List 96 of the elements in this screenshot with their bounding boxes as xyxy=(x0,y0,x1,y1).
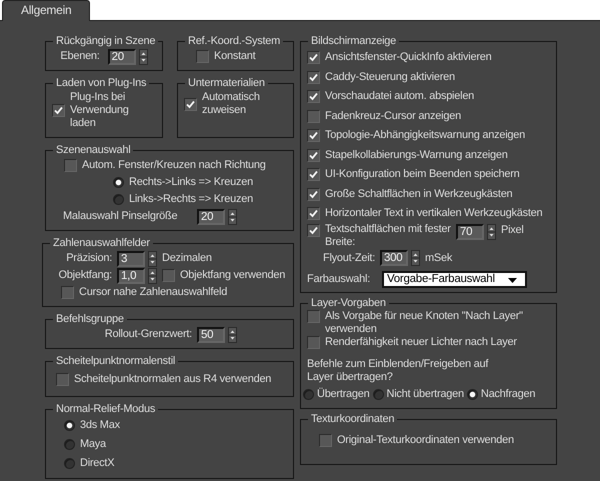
field-label: Malauswahl Pinselgröße xyxy=(63,210,178,223)
group-title: Ref.-Koord.-System xyxy=(187,35,282,48)
checkbox[interactable] xyxy=(307,90,320,104)
checkbox[interactable] xyxy=(319,434,332,447)
checkbox[interactable] xyxy=(184,98,197,110)
number-field[interactable]: 70 xyxy=(456,224,484,240)
radio-button[interactable] xyxy=(64,458,75,469)
checkbox-label: Topologie-Abhängigkeitswarnung anzeigen xyxy=(325,129,526,142)
spinner-arrows[interactable] xyxy=(411,250,420,266)
radio-label: Maya xyxy=(80,438,106,451)
field-label: Flyout-Zeit: xyxy=(323,252,376,264)
radio-label: Links->Rechts => Kreuzen xyxy=(129,193,253,206)
group-title: Untermaterialien xyxy=(187,77,266,90)
radio-label: Rechts->Links => Kreuzen xyxy=(129,176,253,189)
radio-label: Nicht übertragen xyxy=(386,388,464,401)
number-field[interactable]: 3 xyxy=(117,250,145,266)
checkbox[interactable] xyxy=(64,159,77,172)
group-title: Befehlsgruppe xyxy=(55,313,125,326)
radio-label: Nachfragen xyxy=(480,388,536,401)
checkbox[interactable] xyxy=(307,188,320,201)
radio-button[interactable] xyxy=(64,420,75,431)
checkbox-label: Caddy-Steuerung aktivieren xyxy=(325,70,455,84)
checkbox[interactable] xyxy=(162,269,175,282)
checkbox-label: Fadenkreuz-Cursor anzeigen xyxy=(325,110,461,123)
checkbox[interactable] xyxy=(307,110,320,123)
field-label: Ebenen: xyxy=(60,50,100,63)
radio-label: DirectX xyxy=(80,457,114,470)
radio-button[interactable] xyxy=(303,389,314,400)
checkbox[interactable] xyxy=(307,224,320,236)
checkbox-label: Große Schaltflächen in Werkzeugkästen xyxy=(325,188,512,201)
spinner-arrows[interactable] xyxy=(148,268,157,284)
checkbox[interactable] xyxy=(52,104,65,117)
group-title: Zahlenauswahlfelder xyxy=(52,237,151,250)
checkbox[interactable] xyxy=(307,148,320,162)
group-title: Scheitelpunktnormalenstil xyxy=(55,355,176,368)
checkbox-label: Horizontaler Text in vertikalen Werkzeugkästen xyxy=(325,207,542,220)
group-title: Texturkoordinaten xyxy=(310,413,396,426)
caret-icon xyxy=(508,278,517,282)
checkbox[interactable] xyxy=(307,70,320,84)
checkbox[interactable] xyxy=(307,336,320,348)
checkbox-label: Vorschaudatei autom. abspielen xyxy=(325,90,474,104)
checkbox-label: Stapelkollabierungs-Warnung anzeigen xyxy=(325,148,508,162)
spinner-arrows[interactable] xyxy=(228,208,237,224)
group-title: Layer-Vorgaben xyxy=(310,296,387,310)
number-field[interactable]: 20 xyxy=(197,208,225,224)
checkbox-label: Automatisch zuweisen xyxy=(202,91,261,117)
radio-button[interactable] xyxy=(64,439,75,450)
checkbox[interactable] xyxy=(61,286,74,299)
radio-label: Übertragen xyxy=(317,388,370,401)
spinner-arrows[interactable] xyxy=(487,224,496,240)
number-field[interactable]: 300 xyxy=(380,250,408,266)
radio-label: 3ds Max xyxy=(80,419,120,432)
checkbox[interactable] xyxy=(307,51,320,64)
checkbox[interactable] xyxy=(307,129,320,142)
unit-label: Pixel xyxy=(501,224,524,236)
number-field[interactable]: 1,0 xyxy=(117,268,145,284)
checkbox-label: Konstant xyxy=(214,50,256,63)
tab[interactable]: Allgemein xyxy=(2,0,90,21)
checkbox[interactable] xyxy=(307,207,320,220)
checkbox-label: UI-Konfiguration beim Beenden speichern xyxy=(325,168,520,182)
radio-button[interactable] xyxy=(113,194,124,205)
checkbox-label: Ansichtsfenster-QuickInfo aktivieren xyxy=(325,51,492,64)
spinner-arrows[interactable] xyxy=(228,326,237,342)
checkbox-label: Plug-Ins bei Verwendung laden xyxy=(70,91,130,130)
unit-label: mSek xyxy=(425,252,452,264)
dropdown[interactable]: Vorgabe-Farbauswahl xyxy=(382,270,527,288)
group-title: Szenenauswahl xyxy=(55,144,132,157)
checkbox[interactable] xyxy=(56,373,69,386)
checkbox[interactable] xyxy=(307,310,320,322)
number-field[interactable]: 20 xyxy=(108,48,136,64)
field-label: Präzision: xyxy=(65,252,112,265)
checkbox-label: Original-Texturkoordinaten verwenden xyxy=(337,434,514,447)
radio-button[interactable] xyxy=(113,177,124,188)
radio-button[interactable] xyxy=(372,389,384,400)
checkbox[interactable] xyxy=(307,168,320,182)
checkbox-label: Renderfähigkeit neuer Lichter nach Layer xyxy=(325,336,518,348)
spinner-arrows[interactable] xyxy=(138,48,148,64)
field-label: Objektfang: xyxy=(57,269,112,282)
field-label: Farbauswahl: xyxy=(307,272,372,286)
group-title: Rückgängig in Szene xyxy=(55,35,156,48)
question-text: Befehle zum Einblenden/Freigeben auf Layer übertragen? xyxy=(307,357,490,385)
group-title: Bildschirmanzeige xyxy=(310,35,398,48)
checkbox-label: Als Vorgabe für neue Knoten "Nach Layer" verwenden xyxy=(325,310,524,336)
group-title: Normal-Relief-Modus xyxy=(55,403,156,416)
group-title: Laden von Plug-Ins xyxy=(55,77,148,90)
checkbox-label: Cursor nahe Zahlenauswahlfeld xyxy=(79,286,228,299)
number-field[interactable]: 50 xyxy=(197,326,225,342)
checkbox-label: Autom. Fenster/Kreuzen nach Richtung xyxy=(82,159,266,172)
spinner-arrows[interactable] xyxy=(148,250,157,266)
field-label: Rollout-Grenzwert: xyxy=(104,328,192,341)
checkbox-label: Objektfang verwenden xyxy=(180,269,286,282)
checkbox-label: Textschaltflächen mit fester Breite: xyxy=(325,222,451,248)
checkbox[interactable] xyxy=(196,50,209,63)
unit-label: Dezimalen xyxy=(162,252,212,265)
radio-button[interactable] xyxy=(466,389,478,400)
checkbox-label: Scheitelpunktnormalen aus R4 verwenden xyxy=(74,373,272,386)
